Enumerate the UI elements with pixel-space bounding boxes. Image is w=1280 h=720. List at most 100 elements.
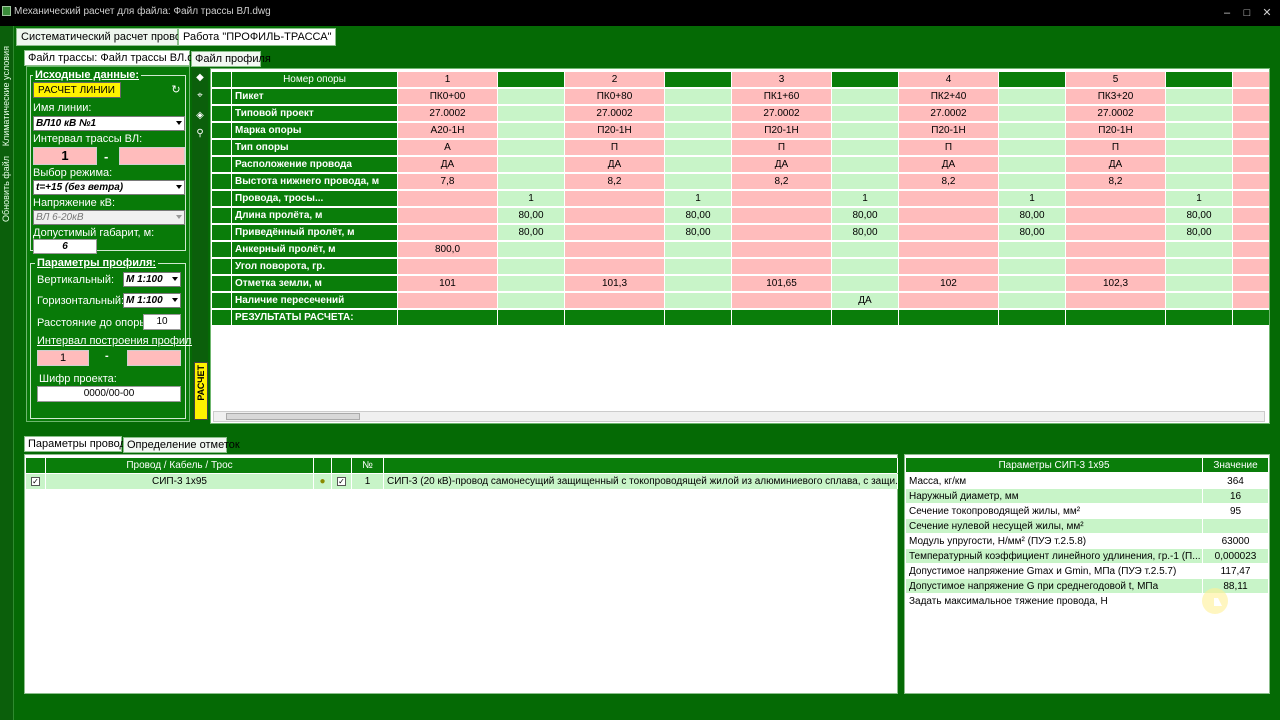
support-cell[interactable]: ДА <box>899 157 999 173</box>
support-cell[interactable]: П20-1Н <box>565 123 665 139</box>
voltage-select[interactable]: ВЛ 6-20кВ <box>33 210 185 225</box>
support-cell[interactable] <box>732 191 832 207</box>
span-cell[interactable] <box>832 310 899 326</box>
span-cell[interactable] <box>665 242 732 258</box>
support-number[interactable]: 3 <box>732 72 832 88</box>
span-cell[interactable] <box>498 310 565 326</box>
span-cell[interactable]: 1 <box>498 191 565 207</box>
support-cell[interactable] <box>398 259 498 275</box>
span-cell[interactable] <box>498 293 565 309</box>
support-cell[interactable]: 101,3 <box>565 276 665 292</box>
support-cell[interactable] <box>732 259 832 275</box>
row-indicator[interactable] <box>212 106 232 122</box>
wire-icon[interactable]: ● <box>314 474 332 489</box>
span-cell[interactable] <box>1166 259 1233 275</box>
support-cell[interactable]: 8,2 <box>1066 174 1166 190</box>
support-cell[interactable]: 8,2 <box>565 174 665 190</box>
support-cell[interactable]: П <box>899 140 999 156</box>
span-cell[interactable] <box>498 259 565 275</box>
row-indicator[interactable] <box>212 276 232 292</box>
row-indicator[interactable] <box>212 208 232 224</box>
support-cell[interactable] <box>565 259 665 275</box>
support-cell[interactable] <box>398 191 498 207</box>
row-indicator[interactable] <box>212 259 232 275</box>
span-cell[interactable] <box>665 157 732 173</box>
row-checkbox[interactable]: ✓ <box>26 474 46 489</box>
span-cell[interactable]: 80,00 <box>832 208 899 224</box>
scrollbar-thumb[interactable] <box>226 413 360 420</box>
span-cell[interactable] <box>665 140 732 156</box>
span-cell[interactable] <box>999 242 1066 258</box>
calculate-button[interactable]: РАСЧЕТ <box>194 362 208 420</box>
tab-profile-file[interactable]: Файл профиля <box>191 51 271 67</box>
support-cell[interactable] <box>565 191 665 207</box>
tab-systematic-calc[interactable]: Систематический расчет провода <box>16 28 193 46</box>
span-cell[interactable] <box>498 106 565 122</box>
refresh-file-button[interactable]: Обновить файл <box>1 156 11 222</box>
span-cell[interactable]: 80,00 <box>498 208 565 224</box>
span-cell[interactable] <box>999 293 1066 309</box>
span-cell[interactable]: 80,00 <box>665 208 732 224</box>
eraser-icon[interactable]: ◆ <box>194 72 206 84</box>
support-cell[interactable] <box>899 191 999 207</box>
support-cell[interactable] <box>1066 293 1166 309</box>
support-cell[interactable] <box>1233 174 1269 190</box>
span-cell[interactable] <box>498 157 565 173</box>
support-cell[interactable]: ДА <box>565 157 665 173</box>
param-value[interactable]: 63000 <box>1202 534 1268 549</box>
support-number[interactable]: 1 <box>398 72 498 88</box>
minimize-icon[interactable]: – <box>1220 8 1234 19</box>
profile-to-input[interactable] <box>127 350 181 366</box>
span-cell[interactable] <box>1166 310 1233 326</box>
span-cell[interactable] <box>832 157 899 173</box>
support-cell[interactable] <box>732 310 832 326</box>
span-cell[interactable] <box>999 157 1066 173</box>
span-cell[interactable] <box>832 174 899 190</box>
clearance-input[interactable]: 6 <box>33 239 97 254</box>
support-cell[interactable]: ДА <box>398 157 498 173</box>
tab-profile-route[interactable]: Работа "ПРОФИЛЬ-ТРАССА" <box>178 28 336 46</box>
support-cell[interactable]: ДА <box>1066 157 1166 173</box>
support-cell[interactable] <box>732 293 832 309</box>
row-indicator[interactable] <box>212 89 232 105</box>
support-dist-input[interactable]: 10 <box>143 314 181 330</box>
param-value[interactable]: 117,47 <box>1202 564 1268 579</box>
param-value[interactable] <box>1202 519 1268 534</box>
support-cell[interactable]: П20-1Н <box>1066 123 1166 139</box>
span-cell[interactable] <box>1166 293 1233 309</box>
interval-to-input[interactable] <box>119 147 185 165</box>
span-cell[interactable] <box>999 89 1066 105</box>
row-indicator[interactable] <box>212 191 232 207</box>
span-cell[interactable]: 1 <box>832 191 899 207</box>
span-cell[interactable] <box>498 89 565 105</box>
profile-from-input[interactable]: 1 <box>37 350 89 366</box>
support-cell[interactable] <box>565 208 665 224</box>
span-cell[interactable] <box>665 106 732 122</box>
support-cell[interactable] <box>398 310 498 326</box>
support-cell[interactable]: 102 <box>899 276 999 292</box>
span-cell[interactable]: 1 <box>1166 191 1233 207</box>
support-cell[interactable]: А <box>398 140 498 156</box>
tab-elevations[interactable]: Определение отметок <box>123 437 240 453</box>
support-cell[interactable]: 800,0 <box>398 242 498 258</box>
support-cell[interactable]: 8,2 <box>899 174 999 190</box>
span-cell[interactable]: 80,00 <box>1166 208 1233 224</box>
param-value[interactable]: 16 <box>1202 489 1268 504</box>
row-checkbox-2[interactable]: ✓ <box>332 474 352 489</box>
support-cell[interactable] <box>398 208 498 224</box>
param-value[interactable]: 364 <box>1202 474 1268 489</box>
span-cell[interactable]: 80,00 <box>665 225 732 241</box>
support-cell[interactable] <box>398 293 498 309</box>
span-cell[interactable]: 80,00 <box>832 225 899 241</box>
support-cell[interactable]: ПК0+80 <box>565 89 665 105</box>
close-icon[interactable]: ✕ <box>1260 8 1274 19</box>
support-cell[interactable]: 27.0002 <box>565 106 665 122</box>
span-cell[interactable] <box>999 123 1066 139</box>
support-cell[interactable] <box>1233 191 1269 207</box>
span-cell[interactable] <box>832 123 899 139</box>
support-cell[interactable]: П <box>1066 140 1166 156</box>
support-cell[interactable] <box>1233 208 1269 224</box>
tab-route-file[interactable]: Файл трассы: Файл трассы ВЛ.dwg <box>24 50 207 66</box>
support-cell[interactable] <box>732 208 832 224</box>
span-cell[interactable] <box>1166 242 1233 258</box>
